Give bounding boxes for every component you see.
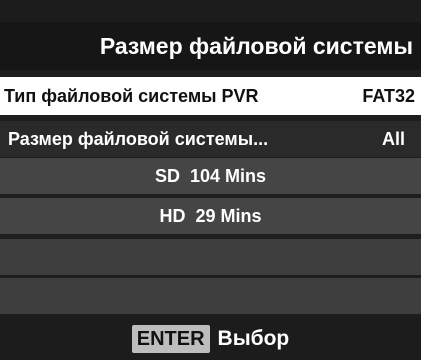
menu-item-fs-type[interactable]: Тип файловой системы PVR FAT32	[0, 77, 421, 115]
menu-item-hd[interactable]: HD 29 Mins	[0, 198, 421, 234]
footer-action-label: Выбор	[217, 327, 290, 350]
footer-hint-bar: ENTER Выбор	[0, 318, 421, 360]
fs-size-label: Размер файловой системы...	[8, 128, 269, 149]
menu-item-sd[interactable]: SD 104 Mins	[0, 158, 421, 194]
menu-item-empty	[0, 239, 421, 275]
enter-key-badge: ENTER	[131, 325, 210, 353]
hd-minutes-text: HD 29 Mins	[159, 205, 262, 226]
sd-minutes-text: SD 104 Mins	[154, 165, 267, 186]
top-strip	[0, 0, 421, 22]
menu-item-empty	[0, 278, 421, 314]
menu-title-bar: Размер файловой системы	[0, 22, 421, 70]
menu-title: Размер файловой системы	[99, 32, 413, 59]
fs-size-value: All	[381, 128, 405, 149]
fs-type-value: FAT32	[362, 85, 415, 106]
menu-item-fs-size[interactable]: Размер файловой системы... All	[0, 121, 421, 157]
osd-menu-panel: Размер файловой системы Тип файловой сис…	[0, 0, 421, 360]
page-margin	[421, 0, 425, 360]
fs-type-label: Тип файловой системы PVR	[4, 85, 259, 106]
